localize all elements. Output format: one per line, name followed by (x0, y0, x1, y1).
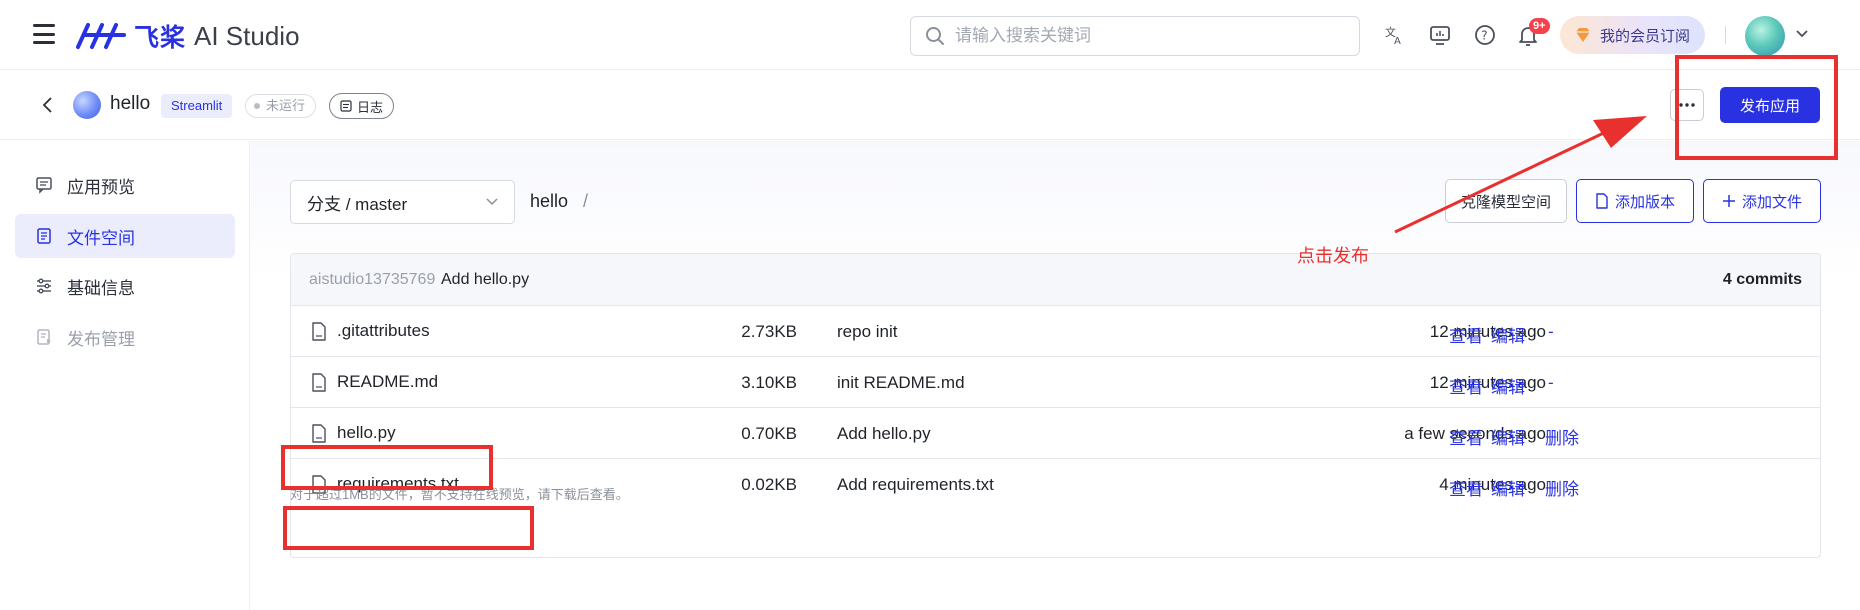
vip-subscription-button[interactable]: 我的会员订阅 (1560, 16, 1705, 54)
monitor-icon[interactable] (1429, 24, 1451, 46)
sidebar-item-label: 文件空间 (67, 228, 135, 248)
delete-link: - (1548, 373, 1554, 392)
top-navbar: 飞桨 AI Studio 文A ? 9+ 我的会员订阅 (0, 0, 1860, 70)
help-icon[interactable]: ? (1474, 24, 1496, 46)
sidebar-item-label: 基础信息 (67, 278, 135, 298)
file-name: hello.py (337, 423, 396, 442)
status-label: 未运行 (266, 98, 306, 113)
view-link[interactable]: 查看 (1449, 322, 1483, 347)
divider (1725, 26, 1726, 44)
delete-link[interactable]: 删除 (1545, 475, 1579, 500)
settings-sliders-icon (37, 278, 51, 294)
project-name: hello (110, 93, 151, 114)
file-icon (312, 321, 326, 341)
file-size: 2.73KB (741, 322, 797, 341)
status-badge: 未运行 (245, 94, 317, 118)
file-name: README.md (337, 372, 439, 391)
back-arrow-icon[interactable] (38, 95, 58, 115)
sidebar-item-label: 发布管理 (67, 329, 135, 349)
diamond-icon (1576, 28, 1590, 42)
file-commit-message: Add hello.py (837, 424, 931, 443)
view-link[interactable]: 查看 (1449, 373, 1483, 398)
sidebar: 应用预览 文件空间 基础信息 发布管理 (0, 141, 250, 610)
table-row: hello.py 0.70KB Add hello.py a few secon… (291, 408, 1820, 459)
table-row: .gitattributes 2.73KB repo init 12 minut… (291, 306, 1820, 357)
view-link[interactable]: 查看 (1449, 475, 1483, 500)
file-link[interactable]: README.md (311, 372, 438, 392)
add-file-label: 添加文件 (1741, 193, 1802, 211)
chevron-down-icon[interactable] (1795, 27, 1809, 41)
search-icon (926, 27, 944, 45)
add-file-button[interactable]: 添加文件 (1703, 179, 1821, 223)
chat-preview-icon (36, 177, 52, 194)
user-avatar[interactable] (1745, 16, 1785, 56)
annotation-highlight-requirements (283, 506, 534, 550)
file-name: .gitattributes (337, 321, 430, 340)
file-space-icon (37, 228, 51, 244)
paddle-logo-icon (76, 23, 126, 49)
publish-doc-icon (37, 329, 51, 345)
file-time: 12 minutes ago (1429, 322, 1546, 341)
file-size: 0.70KB (741, 424, 797, 443)
framework-tag: Streamlit (161, 94, 233, 118)
file-size: 3.10KB (741, 373, 797, 392)
logo-text-en: AI Studio (194, 20, 300, 51)
breadcrumb-repo[interactable]: hello (530, 191, 568, 212)
logo-text-cn: 飞桨 (134, 24, 187, 52)
file-link[interactable]: .gitattributes (311, 321, 430, 341)
delete-link: - (1548, 322, 1554, 341)
project-icon (73, 91, 101, 119)
hamburger-menu-icon[interactable] (33, 24, 55, 44)
annotation-highlight-publish (1675, 55, 1838, 160)
annotation-arrow-icon (1394, 116, 1647, 234)
view-link[interactable]: 查看 (1449, 424, 1483, 449)
table-row: README.md 3.10KB init README.md 12 minut… (291, 357, 1820, 408)
commit-count[interactable]: 4 commits (1723, 271, 1802, 289)
edit-link[interactable]: 编辑 (1491, 424, 1525, 449)
sidebar-item-file-space[interactable]: 文件空间 (15, 214, 235, 258)
file-commit-message: Add requirements.txt (837, 475, 994, 494)
vip-label: 我的会员订阅 (1600, 27, 1691, 45)
sidebar-item-publish-management[interactable]: 发布管理 (15, 315, 235, 359)
delete-link[interactable]: 删除 (1545, 424, 1579, 449)
svg-text:A: A (1394, 36, 1401, 46)
annotation-label: 点击发布 (1297, 246, 1369, 266)
log-label: 日志 (357, 99, 384, 115)
annotation-highlight-hello-py (281, 445, 493, 490)
last-commit-header: aistudio13735769 Add hello.py 4 commits (291, 254, 1820, 306)
branch-label: 分支 / master (307, 194, 408, 214)
notification-badge: 9+ (1529, 18, 1550, 34)
file-time: 12 minutes ago (1429, 373, 1546, 392)
translate-icon[interactable]: 文A (1384, 24, 1406, 46)
edit-link[interactable]: 编辑 (1491, 322, 1525, 347)
sidebar-item-basic-info[interactable]: 基础信息 (15, 264, 235, 308)
search-input[interactable] (955, 26, 1335, 46)
file-commit-message: repo init (837, 322, 898, 341)
file-icon (312, 372, 326, 392)
branch-select[interactable]: 分支 / master (290, 180, 515, 224)
commit-message: Add hello.py (441, 271, 530, 288)
log-button[interactable]: 日志 (329, 93, 395, 119)
status-dot-icon (254, 103, 260, 109)
edit-link[interactable]: 编辑 (1491, 373, 1525, 398)
file-icon (312, 423, 326, 443)
breadcrumb-separator: / (583, 191, 589, 211)
file-commit-message: init README.md (837, 373, 965, 392)
commit-author[interactable]: aistudio13735769 (309, 271, 435, 289)
svg-text:?: ? (1481, 29, 1487, 43)
file-size: 0.02KB (741, 475, 797, 494)
edit-link[interactable]: 编辑 (1491, 475, 1525, 500)
sidebar-item-label: 应用预览 (67, 177, 135, 197)
plus-icon (1722, 195, 1735, 207)
search-box[interactable] (910, 16, 1360, 56)
logo[interactable]: 飞桨 AI Studio (74, 16, 300, 56)
chevron-down-icon (486, 198, 498, 206)
file-link[interactable]: hello.py (311, 423, 396, 443)
sidebar-item-app-preview[interactable]: 应用预览 (15, 163, 235, 207)
log-icon (340, 100, 352, 112)
